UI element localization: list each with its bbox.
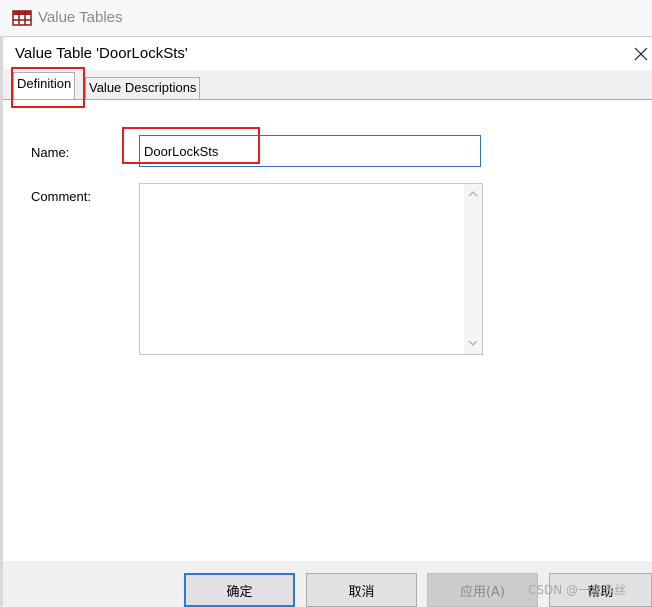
table-icon	[12, 10, 32, 26]
comment-scrollbar[interactable]	[464, 184, 482, 354]
name-input[interactable]	[139, 135, 481, 167]
scroll-up-icon[interactable]	[467, 189, 479, 199]
dialog-titlebar: Value Table 'DoorLockSts'	[3, 37, 652, 70]
tab-value-descriptions[interactable]: Value Descriptions	[85, 77, 201, 99]
close-button[interactable]	[630, 37, 652, 70]
definition-panel: Name: Comment:	[3, 99, 652, 562]
apply-button[interactable]: 应用(A)	[427, 573, 538, 607]
tab-strip: Value Descriptions Definition	[3, 70, 652, 100]
watermark: CSDN @一念赤丝	[528, 583, 627, 597]
cancel-button[interactable]: 取消	[306, 573, 417, 607]
dialog-title: Value Table 'DoorLockSts'	[15, 45, 188, 62]
ok-button[interactable]: 确定	[184, 573, 295, 607]
comment-label: Comment:	[31, 189, 91, 204]
scroll-down-icon[interactable]	[467, 338, 479, 348]
tab-definition[interactable]: Definition	[13, 72, 76, 99]
name-label: Name:	[31, 145, 70, 160]
parent-window-title: Value Tables	[38, 9, 123, 26]
value-table-dialog: Value Table 'DoorLockSts' Value Descript…	[3, 36, 652, 607]
comment-textarea[interactable]	[139, 183, 483, 355]
close-icon	[634, 47, 648, 60]
parent-window-titlebar: Value Tables	[0, 0, 652, 36]
